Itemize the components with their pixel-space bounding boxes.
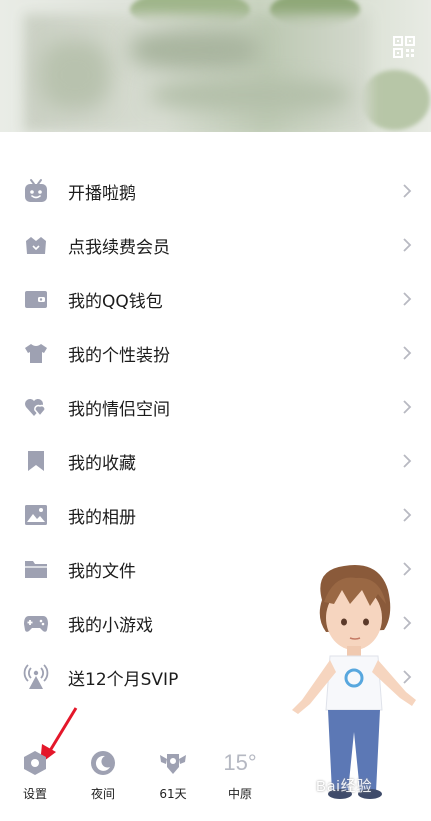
chevron-right-icon [403,400,412,414]
leaf-decoration [360,70,430,130]
menu-item-album[interactable]: 我的相册 [0,488,431,542]
menu-item-label: 送12个月SVIP [68,669,179,690]
winged-badge-icon [160,754,186,774]
weather-button[interactable]: 15° 中原 [210,745,270,809]
chevron-right-icon [403,184,412,198]
wallet-icon [22,285,50,313]
location-label: 中原 [227,787,252,801]
chevron-right-icon [403,238,412,252]
menu-item-label: 我的小游戏 [68,615,153,636]
chevron-right-icon [403,454,412,468]
photo-icon [22,501,50,529]
signature-blurred [150,80,350,110]
watermark: Bai经验 [316,778,373,795]
days-badge-button[interactable]: 61天 [143,745,203,809]
couple-hearts-icon [22,393,50,421]
menu-item-couple-space[interactable]: 我的情侣空间 [0,380,431,434]
menu-item-label: 我的个性装扮 [68,345,170,366]
menu-item-favorites[interactable]: 我的收藏 [0,434,431,488]
folder-icon [22,555,50,583]
menu-item-label: 我的文件 [68,561,136,582]
menu-item-theme[interactable]: 我的个性装扮 [0,326,431,380]
bookmark-icon [22,447,50,475]
vip-crown-icon [22,231,50,259]
avatar[interactable] [40,40,110,110]
qr-code-icon[interactable] [393,36,415,58]
menu-item-live[interactable]: 开播啦鹅 [0,164,431,218]
gamepad-icon [22,609,50,637]
nickname-blurred [130,30,260,70]
menu-item-label: 我的QQ钱包 [68,291,163,312]
night-mode-button[interactable]: 夜间 [73,745,133,809]
settings-button[interactable]: 设置 [5,745,65,809]
moon-icon [91,751,115,775]
settings-hexagon-icon [24,751,46,775]
night-mode-label: 夜间 [90,787,115,801]
shirt-icon [22,339,50,367]
settings-label: 设置 [22,787,47,801]
chevron-right-icon [403,346,412,360]
chevron-right-icon [403,508,412,522]
temperature-text: 15° [223,750,257,775]
menu-item-label: 点我续费会员 [68,237,170,258]
menu-item-label: 我的收藏 [68,453,136,474]
menu-item-vip[interactable]: 点我续费会员 [0,218,431,272]
menu-item-label: 我的相册 [68,507,136,528]
chevron-right-icon [403,292,412,306]
days-label: 61天 [159,787,187,801]
menu-item-label: 我的情侣空间 [68,399,170,420]
menu-item-label: 开播啦鹅 [68,183,136,204]
tv-icon [22,177,50,205]
menu-item-wallet[interactable]: 我的QQ钱包 [0,272,431,326]
profile-header[interactable] [0,0,431,132]
broadcast-icon [22,663,50,691]
